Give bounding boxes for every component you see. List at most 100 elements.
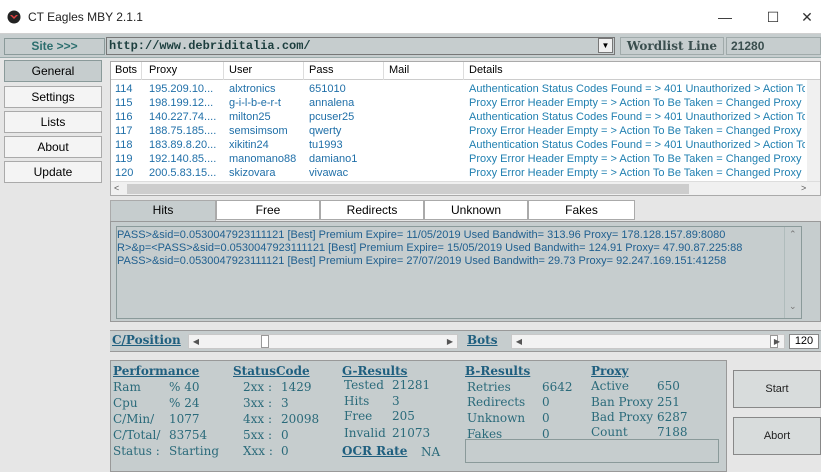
table-row[interactable]: 116 140.227.74.... milton25 pcuser25 Authent… <box>111 110 820 124</box>
column-separator <box>141 62 142 80</box>
scroll-left-icon[interactable]: < <box>114 183 119 193</box>
minimize-button[interactable]: — <box>712 6 738 28</box>
table-row[interactable]: 119 192.140.85.... manomano88 damiano1 Proxy… <box>111 152 820 166</box>
tab-redirects[interactable]: Redirects <box>320 200 424 220</box>
tab-hits[interactable]: Hits <box>110 200 216 222</box>
results-grid[interactable]: Bots Proxy User Pass Mail Details 114 195… <box>110 61 821 196</box>
scroll-left-icon[interactable]: ◀ <box>189 335 203 348</box>
chevron-down-icon[interactable]: ▼ <box>598 38 613 53</box>
close-button[interactable]: ✕ <box>794 6 820 28</box>
cell-proxy: 188.75.185.... <box>149 125 217 137</box>
cell-details: Proxy Error Header Empty = > Action To B… <box>469 125 805 137</box>
bots-count-field[interactable]: 120 <box>789 334 819 349</box>
ocr-rate-link[interactable]: OCR Rate <box>342 444 407 458</box>
cell-bots: 118 <box>115 139 133 151</box>
cell-user: xikitin24 <box>229 139 269 151</box>
site-url-combobox[interactable]: http://www.debriditalia.com/ <box>106 37 615 55</box>
g-results-heading: G-Results <box>342 364 408 378</box>
stat-label: Bad Proxy <box>591 410 654 424</box>
stat-value: 0 <box>281 428 289 442</box>
stat-value: 0 <box>281 444 289 458</box>
stat-value: 6287 <box>657 410 688 424</box>
cell-user: g-i-l-b-e-r-t <box>229 97 281 109</box>
cell-details: Proxy Error Header Empty = > Action To B… <box>469 153 805 165</box>
cell-pass: pcuser25 <box>309 111 355 123</box>
b-results-heading: B-Results <box>465 364 531 378</box>
tab-free[interactable]: Free <box>216 200 320 220</box>
stat-label: Free <box>344 409 373 423</box>
column-separator <box>303 62 304 80</box>
table-row[interactable]: 117 188.75.185.... semsimsom qwerty Proxy Er… <box>111 124 820 138</box>
slider-thumb[interactable] <box>261 335 269 348</box>
chevron-up-icon[interactable]: ⌃ <box>789 229 797 240</box>
table-row[interactable]: 115 198.199.12... g-i-l-b-e-r-t annalena Pro… <box>111 96 820 110</box>
stat-value: 1077 <box>169 412 200 426</box>
cell-pass: tu1993 <box>309 139 343 151</box>
sidebar-item-settings[interactable]: Settings <box>4 86 102 108</box>
scrollbar-thumb[interactable] <box>127 184 689 194</box>
c-position-link[interactable]: C/Position <box>112 333 181 347</box>
column-header-user[interactable]: User <box>229 64 252 76</box>
bots-link[interactable]: Bots <box>467 333 497 347</box>
stat-label: Count <box>591 425 628 439</box>
grid-horizontal-scrollbar[interactable]: < > <box>111 181 820 195</box>
stat-value: 3 <box>392 394 400 408</box>
stat-label: Retries <box>467 380 511 394</box>
cell-user: alxtronics <box>229 83 276 95</box>
scroll-right-icon[interactable]: > <box>801 183 806 193</box>
stat-label: C/Min/ <box>113 412 155 426</box>
column-header-mail[interactable]: Mail <box>389 64 409 76</box>
scroll-right-icon[interactable]: ▶ <box>443 335 457 348</box>
stat-label: 2xx : <box>243 380 273 394</box>
cell-proxy: 192.140.85.... <box>149 153 217 165</box>
column-header-details[interactable]: Details <box>469 64 503 76</box>
status-code-heading: StatusCode <box>233 364 310 378</box>
cell-details: Proxy Error Header Empty = > Action To B… <box>469 167 805 179</box>
stat-label: Active <box>591 379 629 393</box>
abort-button[interactable]: Abort <box>733 417 821 455</box>
hit-line: PASS>&sid=0.0530047923111121 [Best] Prem… <box>117 255 727 267</box>
stat-value: 3 <box>281 396 289 410</box>
stat-label: 4xx : <box>243 412 273 426</box>
stat-value: 6642 <box>542 380 573 394</box>
column-separator <box>223 62 224 80</box>
stat-value: 21281 <box>392 378 431 392</box>
sidebar-item-about[interactable]: About <box>4 136 102 158</box>
column-header-proxy[interactable]: Proxy <box>149 64 177 76</box>
stat-label: Xxx : <box>243 444 273 458</box>
table-row[interactable]: 118 183.89.8.20... xikitin24 tu1993 Authenti… <box>111 138 820 152</box>
start-button[interactable]: Start <box>733 370 821 408</box>
proxy-heading: Proxy <box>591 364 629 378</box>
sidebar-item-general[interactable]: General <box>4 60 102 82</box>
site-button[interactable]: Site >>> <box>4 38 105 55</box>
cell-bots: 120 <box>115 167 134 179</box>
tab-fakes[interactable]: Fakes <box>528 200 635 220</box>
chevron-down-icon[interactable]: ⌄ <box>789 301 797 312</box>
column-header-bots[interactable]: Bots <box>115 64 137 76</box>
maximize-button[interactable]: ☐ <box>760 6 786 28</box>
stat-value: 205 <box>392 409 415 423</box>
stat-label: Hits <box>344 394 370 408</box>
hits-textarea[interactable]: PASS>&sid=0.0530047923111121 [Best] Prem… <box>116 226 802 319</box>
table-row[interactable]: 120 200.5.83.15... skizovara vivawac Proxy E… <box>111 166 820 180</box>
position-slider[interactable]: ◀ ▶ <box>188 334 458 349</box>
grid-vertical-scrollbar[interactable] <box>807 80 820 181</box>
bots-slider[interactable]: ◀ ▶ <box>511 334 785 349</box>
stat-label: Ban Proxy <box>591 395 654 409</box>
column-header-pass[interactable]: Pass <box>309 64 333 76</box>
sidebar-item-lists[interactable]: Lists <box>4 111 102 133</box>
cell-details: Authentication Status Codes Found = > 40… <box>469 83 805 95</box>
stat-label: 5xx : <box>243 428 273 442</box>
table-row[interactable]: 114 195.209.10... alxtronics 651010 Authenti… <box>111 82 820 96</box>
scroll-left-icon[interactable]: ◀ <box>512 335 526 348</box>
cell-bots: 114 <box>115 83 133 95</box>
stat-label: C/Total/ <box>113 428 161 442</box>
hits-vertical-scrollbar[interactable]: ⌃ ⌄ <box>784 227 800 318</box>
scroll-right-icon[interactable]: ▶ <box>770 335 784 348</box>
tab-unknown[interactable]: Unknown <box>424 200 528 220</box>
cell-details: Proxy Error Header Empty = > Action To B… <box>469 97 805 109</box>
sidebar-item-update[interactable]: Update <box>4 161 102 183</box>
stats-panel: Performance Ram % 40 Cpu % 24 C/Min/ 107… <box>110 360 727 472</box>
stat-value: 21073 <box>392 426 431 440</box>
grid-header: Bots Proxy User Pass Mail Details <box>111 62 820 80</box>
